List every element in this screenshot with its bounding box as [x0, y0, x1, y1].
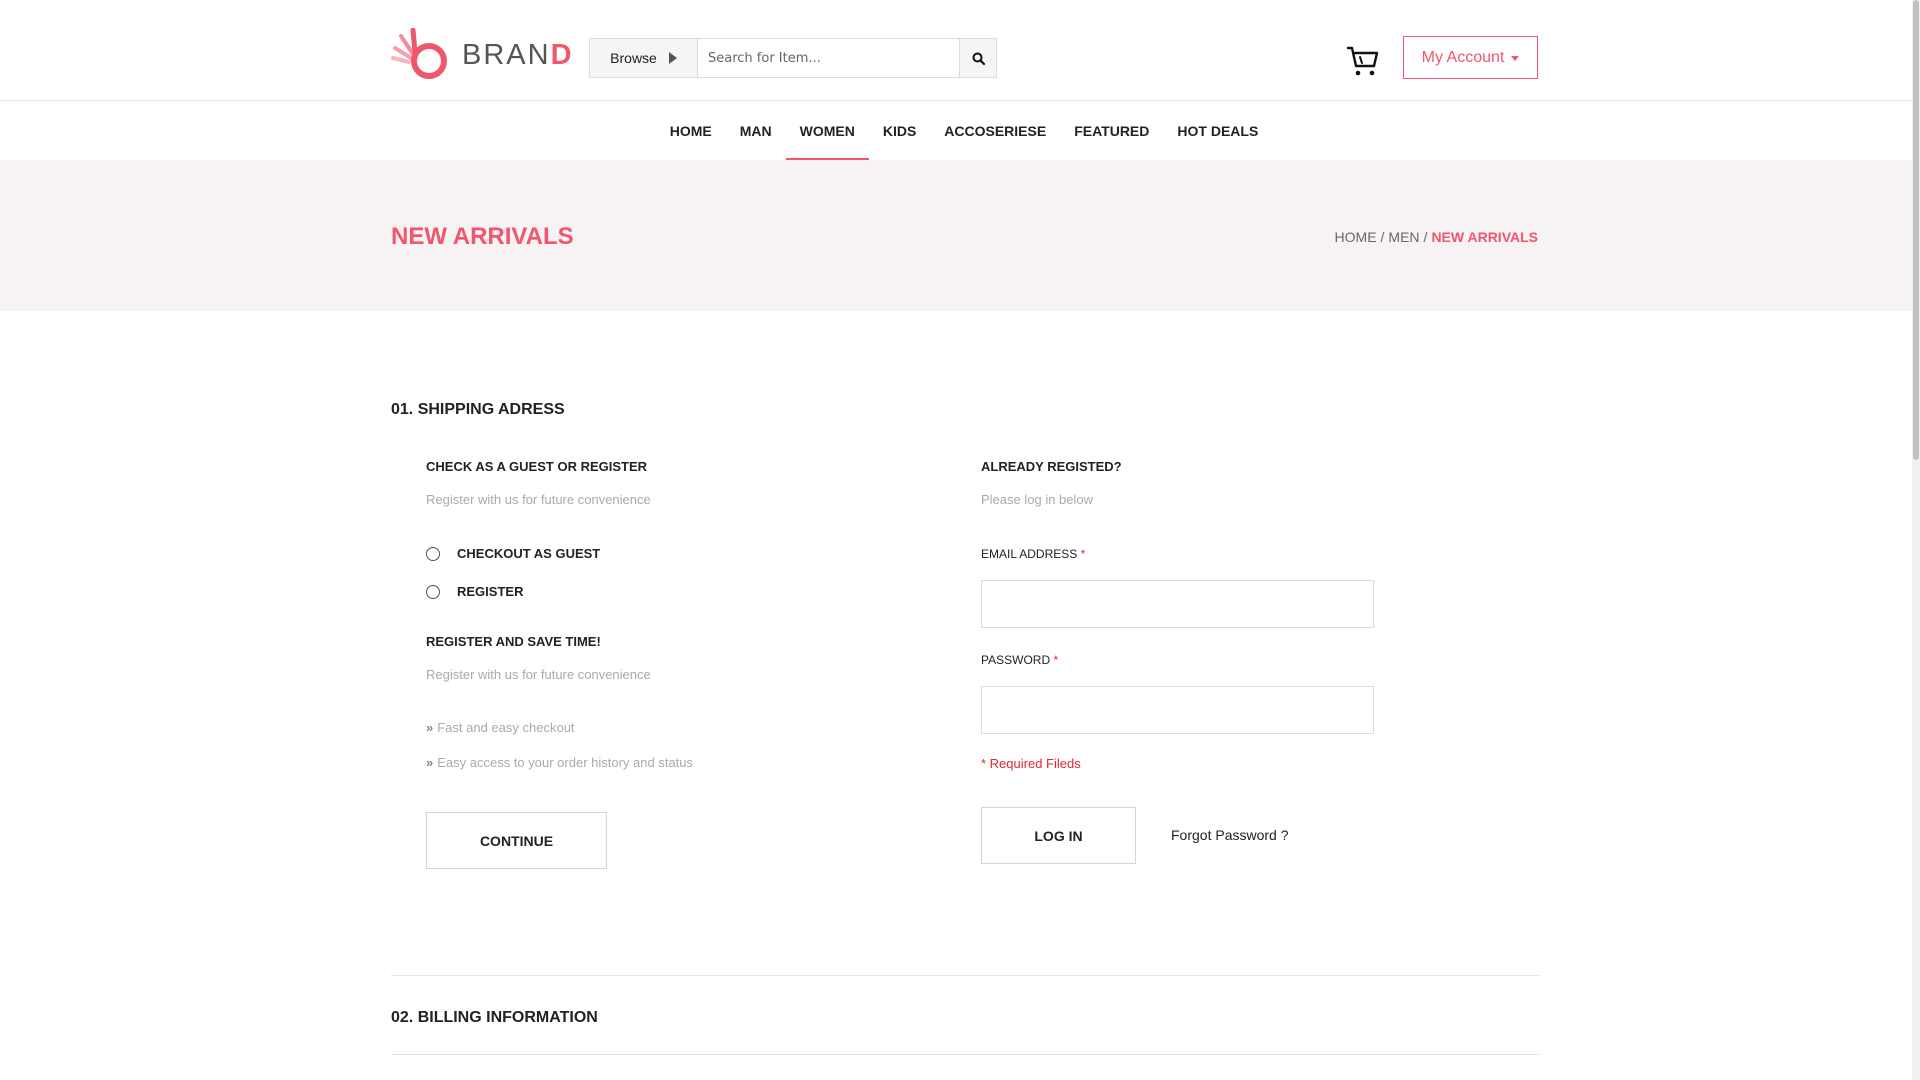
logo-b-icon [391, 28, 447, 79]
register-option[interactable]: REGISTER [426, 584, 523, 599]
page-banner [0, 160, 1920, 311]
breadcrumb-men[interactable]: MEN [1388, 229, 1419, 245]
required-fields-note: * Required Fileds [981, 756, 1081, 771]
double-chevron-icon: » [426, 720, 434, 735]
section-divider [391, 1054, 1539, 1055]
benefit-item: » Easy access to your order history and s… [426, 755, 694, 770]
login-heading: ALREADY REGISTED? [981, 459, 1122, 474]
main-nav: HOME MAN WOMEN KIDS ACCOSERIESE FEATURED… [0, 101, 1920, 160]
browse-button[interactable]: Browse [590, 39, 698, 77]
login-subtext: Please log in below [981, 492, 1094, 507]
caret-down-icon [1511, 56, 1520, 61]
radio-label: REGISTER [457, 584, 524, 599]
breadcrumb-separator: / [1380, 229, 1385, 245]
scrollbar-thumb[interactable] [1913, 0, 1919, 460]
guest-subtext: Register with us for future convenience [426, 492, 651, 507]
forgot-password-link[interactable]: Forgot Password ? [1171, 827, 1289, 843]
email-field[interactable] [981, 580, 1374, 628]
breadcrumb: HOME / MEN / NEW ARRIVALS [1335, 229, 1538, 245]
billing-section-title[interactable]: 02. BILLING INFORMATION [391, 1009, 598, 1027]
breadcrumb-current: NEW ARRIVALS [1431, 229, 1538, 245]
search-input[interactable] [698, 39, 959, 77]
login-button[interactable]: LOG IN [981, 807, 1136, 864]
shipping-section-title[interactable]: 01. SHIPPING ADRESS [391, 401, 565, 419]
section-divider [391, 975, 1539, 976]
nav-item-kids[interactable]: KIDS [869, 101, 930, 160]
guest-heading: CHECK AS A GUEST OR REGISTER [426, 459, 648, 474]
logo-text: BRAND [462, 38, 574, 71]
password-field[interactable] [981, 686, 1374, 734]
radio-button[interactable] [426, 546, 440, 561]
cart-icon [1346, 46, 1379, 76]
checkout-as-guest-option[interactable]: CHECKOUT AS GUEST [426, 546, 600, 561]
email-label: EMAIL ADDRESS * [981, 547, 1086, 561]
my-account-button[interactable]: My Account [1403, 36, 1538, 79]
radio-label: CHECKOUT AS GUEST [457, 546, 601, 561]
continue-button[interactable]: CONTINUE [426, 812, 607, 869]
benefit-item: » Fast and easy checkout [426, 720, 575, 735]
browse-label: Browse [610, 50, 657, 66]
cart-button[interactable] [1346, 44, 1380, 83]
nav-item-hot-deals[interactable]: HOT DEALS [1163, 101, 1272, 160]
triangle-right-icon [668, 52, 677, 64]
radio-button[interactable] [426, 584, 440, 599]
site-header: BRAND Browse My Account [0, 0, 1920, 101]
page-title: NEW ARRIVALS [391, 223, 574, 250]
nav-item-featured[interactable]: FEATURED [1060, 101, 1163, 160]
nav-item-women[interactable]: WOMEN [785, 101, 870, 160]
page-scrollbar[interactable] [1912, 0, 1920, 1080]
brand-logo[interactable]: BRAND [391, 28, 574, 82]
nav-item-accoseriese[interactable]: ACCOSERIESE [930, 101, 1060, 160]
search-bar: Browse [589, 38, 997, 78]
nav-item-man[interactable]: MAN [726, 101, 786, 160]
account-label: My Account [1421, 48, 1505, 66]
register-heading: REGISTER AND SAVE TIME! [426, 634, 601, 649]
breadcrumb-home[interactable]: HOME [1335, 229, 1377, 245]
double-chevron-icon: » [426, 755, 434, 770]
breadcrumb-separator: / [1423, 229, 1428, 245]
search-icon [972, 52, 985, 65]
search-button[interactable] [959, 39, 996, 77]
nav-item-home[interactable]: HOME [656, 101, 726, 160]
register-subtext: Register with us for future convenience [426, 667, 651, 682]
password-label: PASSWORD * [981, 653, 1059, 667]
